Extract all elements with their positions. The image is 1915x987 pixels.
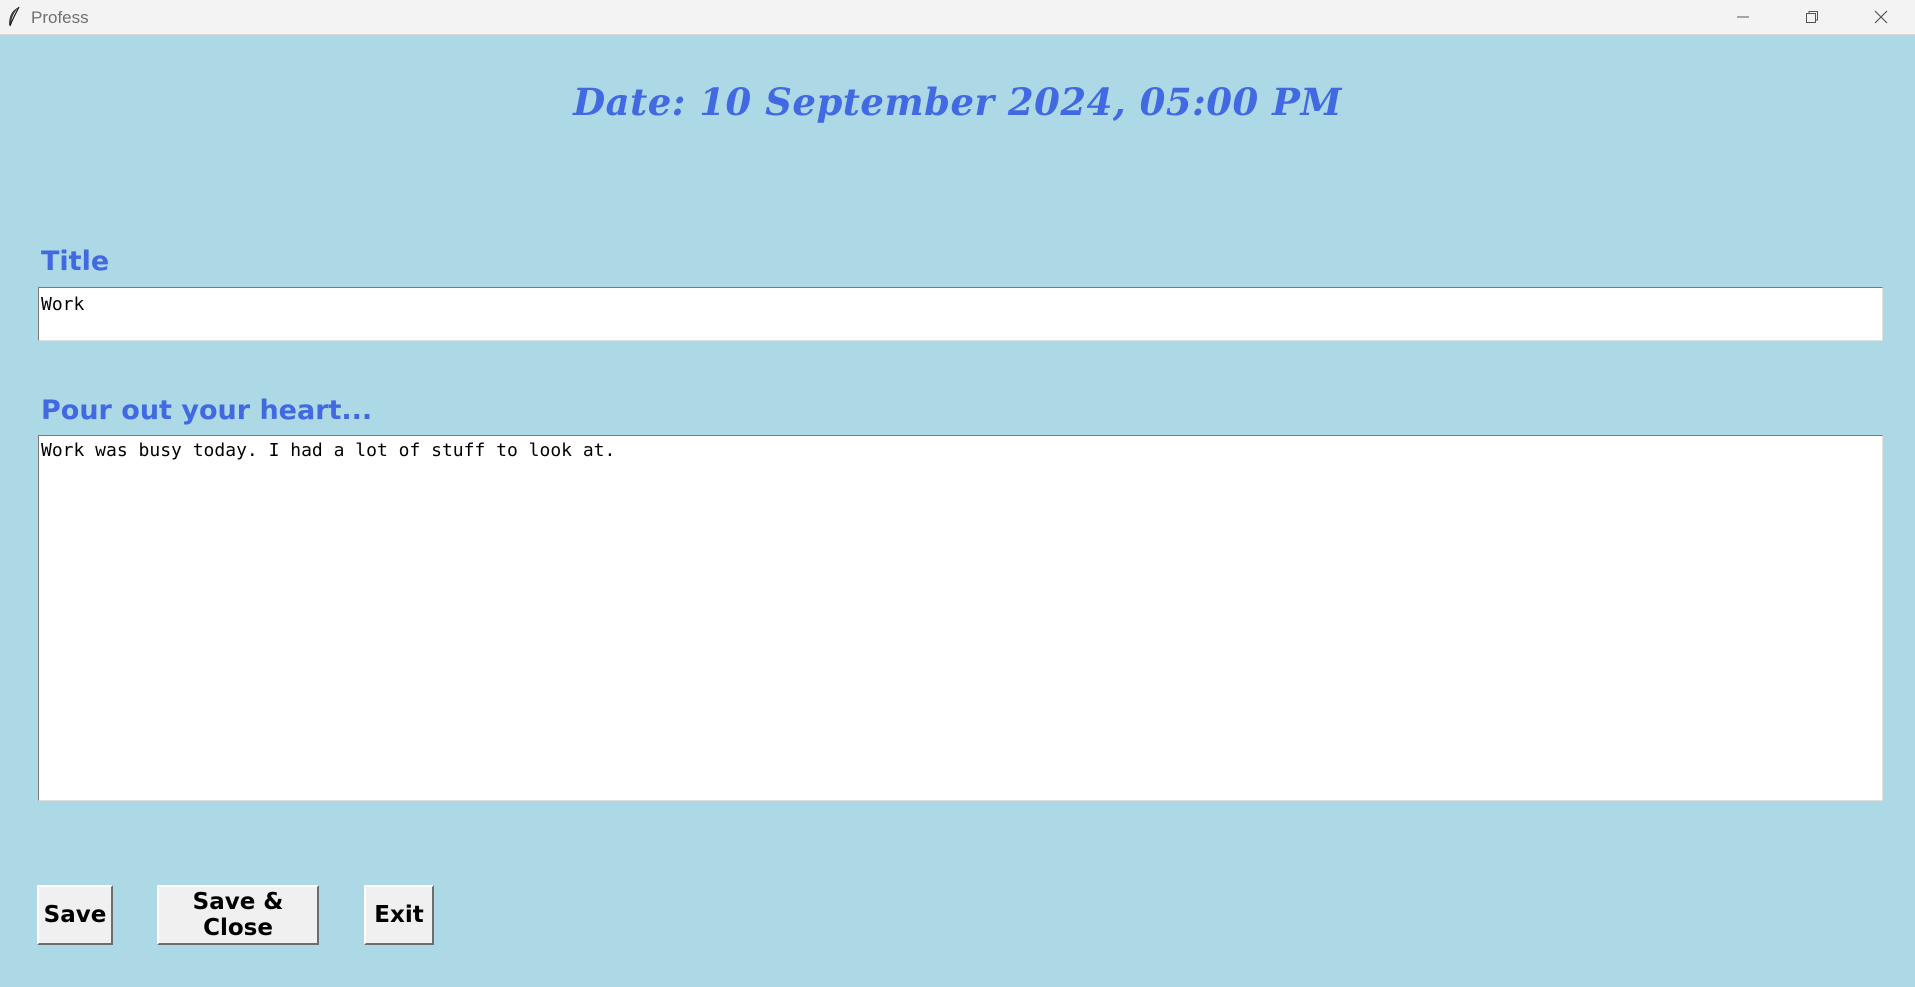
- save-and-close-button[interactable]: Save & Close: [157, 885, 319, 945]
- entry-textarea[interactable]: Work was busy today. I had a lot of stuf…: [38, 435, 1883, 801]
- close-icon: [1873, 9, 1889, 25]
- window-title: Profess: [31, 8, 89, 27]
- restore-icon: [1805, 10, 1819, 24]
- window-titlebar[interactable]: Profess: [0, 0, 1915, 35]
- feather-icon: [6, 6, 22, 28]
- save-button[interactable]: Save: [37, 885, 113, 945]
- exit-button[interactable]: Exit: [364, 885, 434, 945]
- restore-button[interactable]: [1778, 0, 1846, 34]
- date-heading: Date: 10 September 2024, 05:00 PM: [573, 80, 1342, 124]
- title-input[interactable]: Work: [38, 287, 1883, 341]
- close-window-button[interactable]: [1847, 0, 1915, 34]
- minimize-icon: [1736, 10, 1750, 24]
- body-label: Pour out your heart...: [41, 395, 373, 426]
- minimize-button[interactable]: [1709, 0, 1777, 34]
- title-label: Title: [41, 246, 110, 277]
